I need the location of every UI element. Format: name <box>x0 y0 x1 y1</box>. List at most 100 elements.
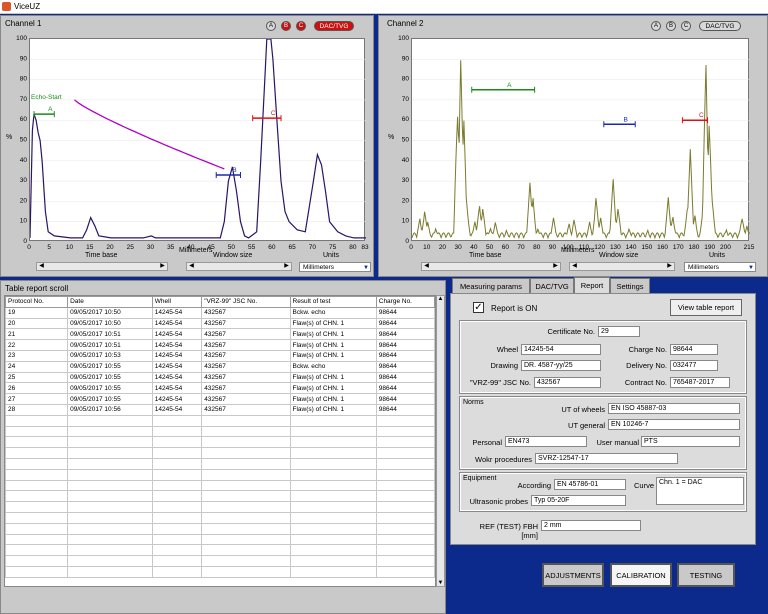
table-row[interactable]: 22 09/05/2017 10:51 14245-54 432567 Flaw(s) … <box>5 339 435 351</box>
ultrasonic-probes-field[interactable]: Typ 05-20F <box>531 495 626 506</box>
wheel-field[interactable]: 14245-54 <box>521 344 601 355</box>
table-vertical-scrollbar[interactable]: ▲ ▼ <box>436 295 445 587</box>
table-row[interactable]: 25 09/05/2017 10:55 14245-54 432567 Flaw(s) … <box>5 371 435 384</box>
report-on-checkbox[interactable]: ✓ <box>473 302 484 313</box>
table-header-cell[interactable]: Charge No. <box>375 296 435 308</box>
tab-settings[interactable]: Settings <box>610 278 650 293</box>
table-row[interactable] <box>5 457 435 470</box>
channel1-mode-button[interactable]: DAC/TVG <box>314 21 354 31</box>
table-header-cell[interactable]: Result of test <box>289 296 377 308</box>
channel1-gate-c-button[interactable]: C <box>296 21 306 31</box>
channel2-gate-a-button[interactable]: A <box>651 21 661 31</box>
channel2-gate-c-button[interactable]: C <box>681 21 691 31</box>
channel2-x-tick-label: 30 <box>455 244 463 251</box>
table-cell <box>201 555 291 567</box>
table-row[interactable] <box>5 425 435 438</box>
table-row[interactable]: 21 09/05/2017 10:51 14245-54 432567 Flaw(s) … <box>5 328 435 341</box>
channel2-window-size-scrollbar[interactable]: ◀ ▶ <box>569 262 675 271</box>
table-cell: 22 <box>5 339 69 351</box>
table-row[interactable] <box>5 468 435 481</box>
ut-wheels-field[interactable]: EN ISO 45887-03 <box>608 403 740 414</box>
table-cell <box>289 468 377 481</box>
channel2-units-select[interactable]: Millimeters ▼ <box>684 262 756 272</box>
channel1-time-base-scrollbar[interactable]: ◀ ▶ <box>36 262 168 271</box>
table-cell <box>201 501 291 513</box>
ut-general-field[interactable]: EN 10246-7 <box>608 419 740 430</box>
table-row[interactable] <box>5 501 435 513</box>
table-row[interactable] <box>5 436 435 449</box>
channel2-units-value: Millimeters <box>688 264 720 271</box>
table-cell: Flaw(s) of CHN. 1 <box>289 382 377 395</box>
table-row[interactable]: 23 09/05/2017 10:53 14245-54 432567 Flaw(s) … <box>5 349 435 362</box>
table-header-cell[interactable]: "VRZ-99" JSC No. <box>201 296 291 308</box>
table-row[interactable] <box>5 447 435 459</box>
channel1-x-tick-label: 83 <box>361 244 369 251</box>
channel2-x-tick-label: 120 <box>594 244 605 251</box>
charge-field[interactable]: 98644 <box>670 344 718 355</box>
calibration-button[interactable]: CALIBRATION <box>610 563 672 587</box>
table-cell: Flaw(s) of CHN. 1 <box>289 371 377 384</box>
table-row[interactable] <box>5 479 435 492</box>
table-cell: 20 <box>5 317 69 330</box>
table-row[interactable] <box>5 522 435 535</box>
table-row[interactable] <box>5 533 435 546</box>
vrz-field[interactable]: 432567 <box>534 377 601 388</box>
table-cell <box>5 425 69 438</box>
certificate-field[interactable]: 29 <box>598 326 640 337</box>
channel1-gate-b-button[interactable]: B <box>281 21 291 31</box>
table-report-panel: Table report scroll Protocol No. Date Whel… <box>0 280 446 614</box>
testing-button[interactable]: TESTING <box>677 563 735 587</box>
channel2-mode-button[interactable]: DAC/TVG <box>699 21 741 31</box>
according-field[interactable]: EN 45786-01 <box>554 479 626 490</box>
adjustments-button[interactable]: ADJUSTMENTS <box>542 563 604 587</box>
drawing-field[interactable]: DR. 4587-yy/25 <box>521 360 601 371</box>
tab-dac-tvg[interactable]: DAC/TVG <box>530 278 574 293</box>
table-header-cell[interactable]: Protocol No. <box>5 296 69 308</box>
channel1-plot: A B C Echo-Start <box>29 38 366 241</box>
table-header-row: Protocol No. Date Whell "VRZ-99" JSC No. Res… <box>5 296 435 308</box>
user-manual-field[interactable]: PTS <box>641 436 740 447</box>
personal-field[interactable]: EN473 <box>505 436 587 447</box>
tab-measuring-params[interactable]: Measuring params <box>452 278 530 293</box>
table-row[interactable]: 27 09/05/2017 10:55 14245-54 432567 Flaw(s) … <box>5 393 435 405</box>
ref-fbh-field[interactable]: 2 mm <box>541 520 641 531</box>
wokr-procedures-field[interactable]: SVRZ-12547-17 <box>535 453 678 464</box>
table-cell <box>375 468 435 481</box>
table-row[interactable] <box>5 565 435 578</box>
table-row[interactable]: 26 09/05/2017 10:55 14245-54 432567 Flaw(s) … <box>5 382 435 395</box>
channel2-panel: Channel 2 A B C DAC/TVG ABC 0 10 20 30 40 50 6… <box>378 15 768 277</box>
table-cell <box>289 522 377 535</box>
channel2-x-tick-label: 10 <box>423 244 431 251</box>
tab-report[interactable]: Report <box>574 277 610 293</box>
delivery-field[interactable]: 032477 <box>670 360 718 371</box>
table-cell: 14245-54 <box>151 306 203 319</box>
table-cell <box>5 457 69 470</box>
table-row[interactable] <box>5 555 435 567</box>
table-row[interactable] <box>5 490 435 503</box>
channel1-y-tick-label: 100 <box>16 35 27 42</box>
table-cell: 98644 <box>375 339 435 351</box>
channel1-window-size-scrollbar[interactable]: ◀ ▶ <box>186 262 292 271</box>
table-row[interactable]: 24 09/05/2017 10:55 14245-54 432567 Bckw. ec… <box>5 360 435 373</box>
table-row[interactable]: 20 09/05/2017 10:50 14245-54 432567 Flaw(s) … <box>5 317 435 330</box>
table-cell <box>289 447 377 459</box>
table-row[interactable]: 19 09/05/2017 10:50 14245-54 432567 Bckw. ec… <box>5 306 435 319</box>
table-row[interactable] <box>5 414 435 427</box>
view-table-report-button[interactable]: View table report <box>670 299 742 316</box>
table-row[interactable] <box>5 511 435 524</box>
curve-field[interactable]: Chn. 1 = DAC <box>656 477 744 505</box>
contract-field[interactable]: 765487-2017 <box>670 377 730 388</box>
channel2-gate-b-button[interactable]: B <box>666 21 676 31</box>
table-header-cell[interactable]: Whell <box>151 296 203 308</box>
channel1-gate-a-button[interactable]: A <box>266 21 276 31</box>
table-cell <box>375 511 435 524</box>
table-row[interactable] <box>5 544 435 557</box>
channel2-x-tick-label: 50 <box>486 244 494 251</box>
channel1-units-select[interactable]: Millimeters ▼ <box>299 262 371 272</box>
channel2-time-base-scrollbar[interactable]: ◀ ▶ <box>421 262 561 271</box>
table-row[interactable]: 28 09/05/2017 10:56 14245-54 432567 Flaw(s) … <box>5 403 435 416</box>
channel1-panel: Channel 1 A B C DAC/TVG A B C Echo-Start 01… <box>0 15 374 277</box>
table-cell: 14245-54 <box>151 382 203 395</box>
channel1-echo-trace <box>29 38 366 239</box>
table-header-cell[interactable]: Date <box>67 296 153 308</box>
